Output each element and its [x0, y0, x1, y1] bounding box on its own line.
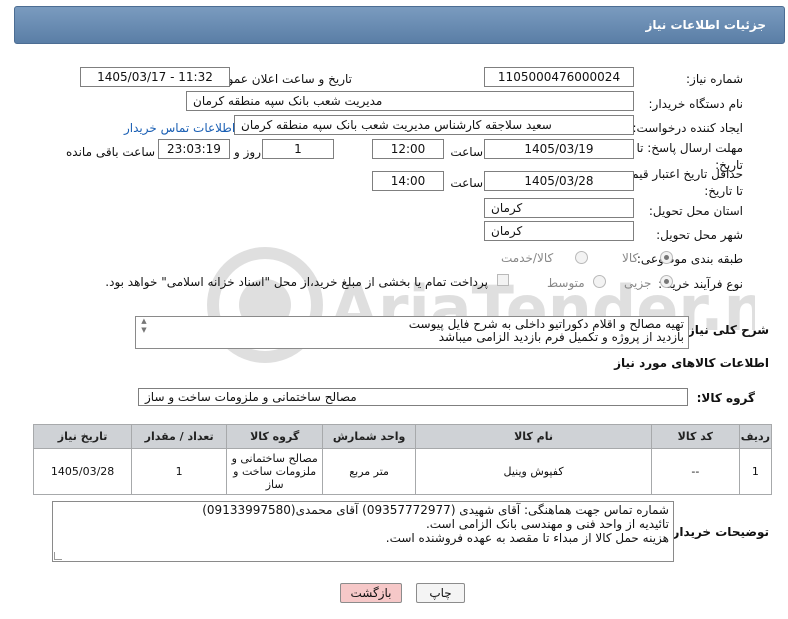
process-minor-label: جزیی: [624, 276, 652, 290]
buyer-org-field: مدیریت شعب بانک سپه منطقه کرمان: [186, 91, 634, 111]
cell-row: 1: [738, 448, 773, 495]
process-minor-radio[interactable]: [660, 275, 673, 288]
column-name: نام کالا: [415, 424, 652, 449]
reply-time-label: ساعت: [450, 145, 483, 159]
cell-date: 1405/03/28: [32, 448, 133, 495]
payment-note: پرداخت تمام یا بخشی از مبلغ خرید،از محل …: [105, 275, 488, 289]
column-row: ردیف: [738, 424, 773, 449]
days-field: 1: [262, 139, 334, 159]
reply-time-field: 12:00: [372, 139, 444, 159]
column-qty: تعداد / مقدار: [131, 424, 228, 449]
scroll-up-icon[interactable]: ▲: [139, 317, 149, 326]
cell-group: مصالح ساختمانی و ملزومات ساخت و ساز: [226, 448, 324, 495]
description-textarea[interactable]: تهیه مصالح و اقلام دکوراتیو داخلی به شرح…: [135, 316, 689, 349]
category-label: طبقه بندی موضوعی:: [636, 252, 743, 266]
page-title: جزئیات اطلاعات نیاز: [14, 6, 785, 44]
requester-field: سعید سلاجقه کارشناس مدیریت شعب بانک سپه …: [234, 115, 634, 135]
buyer-notes-label: توضیحات خریدار:: [667, 525, 769, 539]
print-button[interactable]: چاپ: [416, 583, 465, 603]
payment-checkbox[interactable]: [497, 274, 509, 286]
cell-name: کفپوش وینیل: [415, 448, 652, 495]
category-goods-service-radio[interactable]: [575, 251, 588, 264]
remaining-label: ساعت باقی مانده: [66, 145, 156, 159]
process-medium-label: متوسط: [547, 276, 585, 290]
reply-date-field: 1405/03/19: [484, 139, 634, 159]
column-unit: واحد شمارش: [322, 424, 417, 449]
buyer-notes-textarea[interactable]: شماره تماس جهت هماهنگی: آقای شهیدی (0935…: [52, 501, 674, 562]
requester-label: ایجاد کننده درخواست:: [632, 121, 743, 135]
goods-group-field: مصالح ساختمانی و ملزومات ساخت و ساز: [138, 388, 688, 406]
back-button[interactable]: بازگشت: [340, 583, 402, 603]
cell-code: --: [650, 448, 740, 495]
goods-section-title: اطلاعات کالاهای مورد نیاز: [614, 356, 769, 370]
category-goods-label: کالا: [622, 251, 639, 265]
goods-group-label: گروه کالا:: [696, 391, 755, 405]
category-goods-radio[interactable]: [660, 251, 673, 264]
need-number-field: 1105000476000024: [484, 67, 634, 87]
remaining-time-field: 23:03:19: [158, 139, 230, 159]
category-goods-service-label: کالا/خدمت: [501, 251, 554, 265]
city-field: کرمان: [484, 221, 634, 241]
province-field: کرمان: [484, 198, 634, 218]
need-number-label: شماره نیاز:: [686, 72, 743, 86]
table-header-row: ردیف کد کالا نام کالا واحد شمارش گروه کا…: [32, 424, 773, 449]
announce-field: 1405/03/17 - 11:32: [80, 67, 230, 87]
process-medium-radio[interactable]: [593, 275, 606, 288]
scroll-down-icon[interactable]: ▼: [139, 326, 149, 335]
days-label: روز و: [234, 145, 261, 159]
goods-table: ردیف کد کالا نام کالا واحد شمارش گروه کا…: [32, 424, 773, 495]
city-label: شهر محل تحویل:: [656, 228, 743, 242]
price-valid-time-field: 14:00: [372, 171, 444, 191]
resize-grip-icon[interactable]: [54, 552, 62, 560]
price-valid-date-field: 1405/03/28: [484, 171, 634, 191]
cell-unit: متر مربع: [322, 448, 417, 495]
province-label: استان محل تحویل:: [648, 204, 743, 218]
column-code: کد کالا: [650, 424, 740, 449]
column-group: گروه کالا: [226, 424, 324, 449]
price-valid-time-label: ساعت: [450, 176, 483, 190]
description-label: شرح کلی نیاز:: [683, 323, 769, 337]
cell-qty: 1: [131, 448, 228, 495]
column-date: تاریخ نیاز: [32, 424, 133, 449]
buyer-contact-link[interactable]: اطلاعات تماس خریدار: [124, 121, 235, 135]
table-row: 1 -- کفپوش وینیل متر مربع مصالح ساختمانی…: [32, 448, 773, 495]
buyer-org-label: نام دستگاه خریدار:: [648, 97, 744, 111]
